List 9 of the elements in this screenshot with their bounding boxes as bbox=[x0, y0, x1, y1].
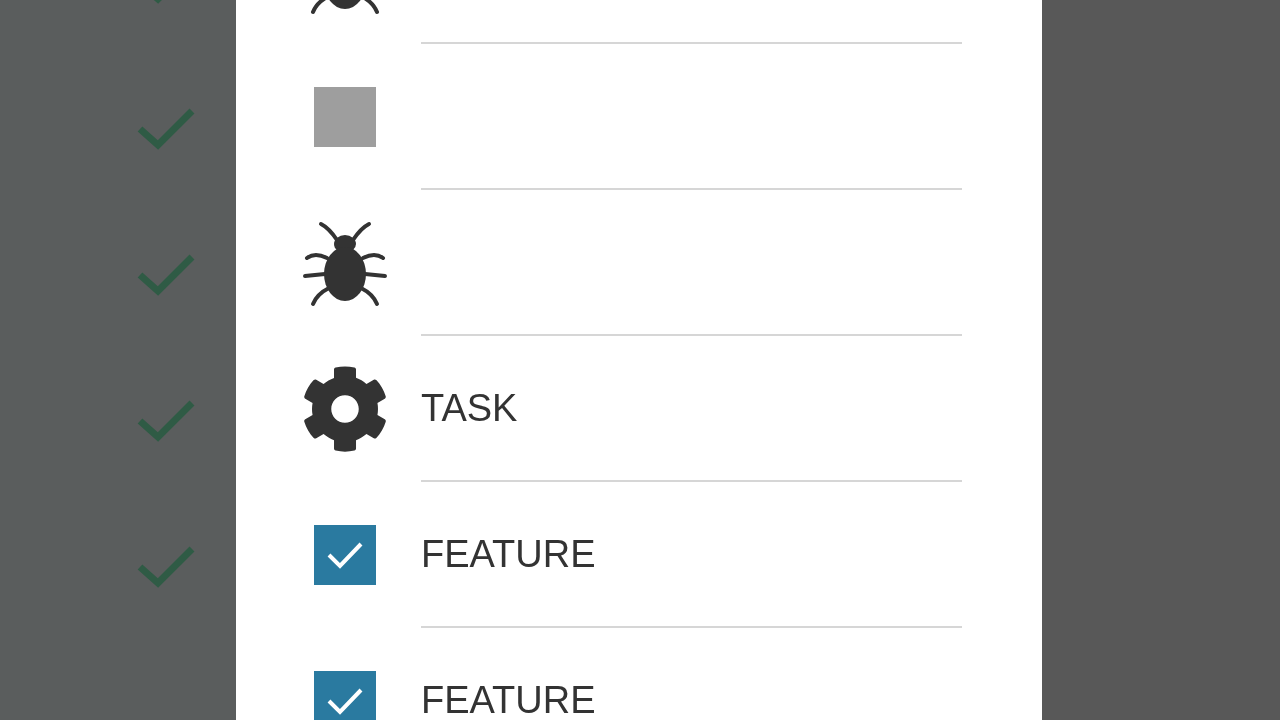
type-label: TASK bbox=[421, 389, 518, 427]
check-icon bbox=[325, 686, 365, 716]
type-label: FEATURE bbox=[421, 535, 596, 573]
gear-icon bbox=[301, 365, 389, 453]
checkbox[interactable] bbox=[314, 87, 376, 147]
checkbox[interactable] bbox=[314, 525, 376, 585]
check-icon bbox=[325, 540, 365, 570]
checkbox[interactable] bbox=[314, 671, 376, 720]
type-label: FEATURE bbox=[421, 681, 596, 719]
